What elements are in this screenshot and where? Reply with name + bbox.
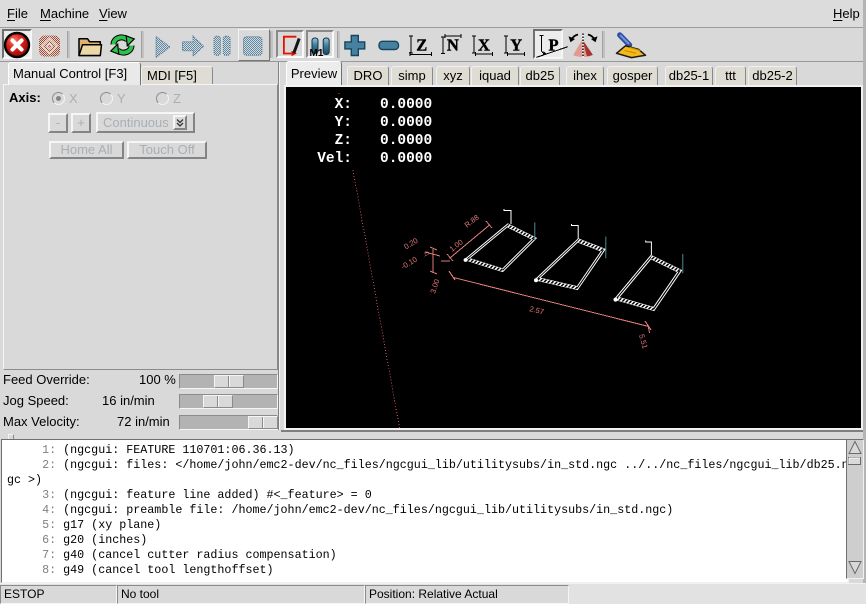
svg-text:Z: Z <box>416 36 427 55</box>
svg-text:3.00: 3.00 <box>428 278 441 295</box>
svg-text:N: N <box>447 36 459 55</box>
svg-text:0.20: 0.20 <box>402 236 419 251</box>
svg-text:Y: Y <box>510 36 522 55</box>
svg-text:M1: M1 <box>310 48 324 59</box>
svg-text:P: P <box>548 36 558 55</box>
svg-text:-0.10: -0.10 <box>399 255 418 272</box>
svg-text:X: X <box>478 36 490 55</box>
svg-text:.25: .25 <box>422 250 431 259</box>
svg-text:5.51: 5.51 <box>637 333 649 349</box>
svg-text:1.00: 1.00 <box>448 237 465 253</box>
svg-text:2.57: 2.57 <box>529 304 545 316</box>
svg-text:R.88: R.88 <box>463 213 481 230</box>
